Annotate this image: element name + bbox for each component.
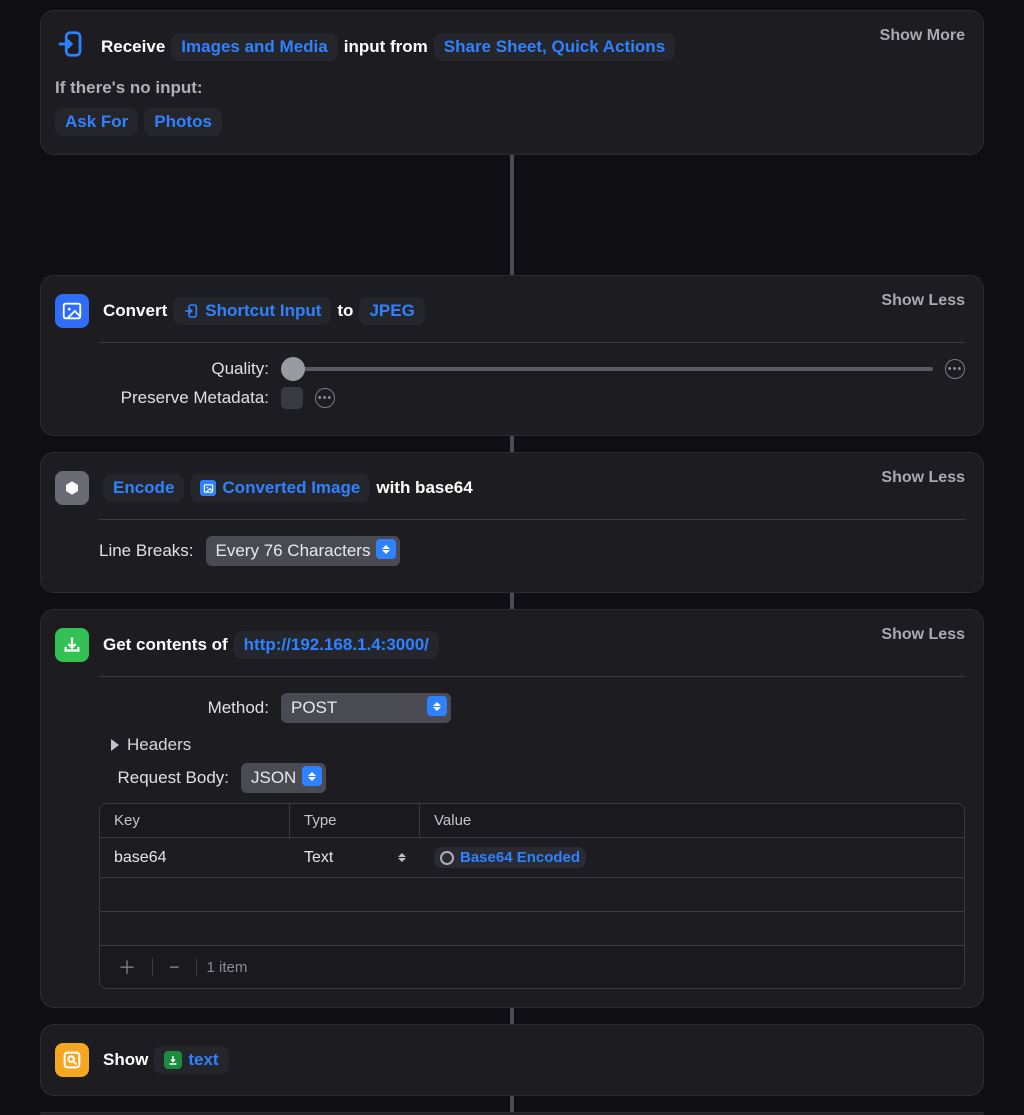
connector bbox=[510, 436, 514, 452]
download-icon bbox=[55, 628, 89, 662]
connector bbox=[510, 155, 514, 275]
quality-slider[interactable] bbox=[281, 367, 933, 371]
get-verb: Get contents of bbox=[103, 635, 228, 655]
method-select[interactable]: POST bbox=[281, 693, 451, 723]
col-key: Key bbox=[100, 804, 290, 837]
encode-icon bbox=[55, 471, 89, 505]
fallback-action-token[interactable]: Ask For bbox=[55, 108, 138, 136]
no-input-label: If there's no input: bbox=[55, 78, 965, 98]
fallback-type-token[interactable]: Photos bbox=[144, 108, 222, 136]
quality-label: Quality: bbox=[99, 359, 269, 379]
convert-card: Show Less Convert Shortcut Input to JPEG… bbox=[40, 275, 984, 436]
col-type: Type bbox=[290, 804, 420, 837]
quicklook-icon bbox=[55, 1043, 89, 1077]
preserve-checkbox[interactable] bbox=[281, 387, 303, 409]
stepper-icon bbox=[398, 853, 406, 862]
stepper-icon bbox=[376, 539, 396, 559]
preserve-label: Preserve Metadata: bbox=[99, 388, 269, 408]
image-icon bbox=[55, 294, 89, 328]
receive-verb: Receive bbox=[101, 37, 165, 57]
convert-to: to bbox=[337, 301, 353, 321]
connector bbox=[510, 593, 514, 609]
convert-input-token[interactable]: Shortcut Input bbox=[173, 297, 331, 325]
stepper-icon bbox=[302, 766, 322, 786]
cell-value[interactable]: Base64 Encoded bbox=[420, 839, 964, 876]
input-icon bbox=[55, 29, 85, 64]
remove-row-button[interactable]: − bbox=[163, 957, 186, 978]
body-table: Key Type Value base64 Text Base64 Encode… bbox=[99, 803, 965, 989]
chevron-right-icon bbox=[111, 739, 119, 751]
receive-mid: input from bbox=[344, 37, 428, 57]
converted-image-icon bbox=[200, 480, 216, 496]
more-icon[interactable]: ••• bbox=[945, 359, 965, 379]
connector bbox=[510, 1008, 514, 1024]
encode-input-token[interactable]: Converted Image bbox=[190, 474, 370, 502]
connector bbox=[510, 1096, 514, 1112]
table-row[interactable]: base64 Text Base64 Encoded bbox=[100, 837, 964, 877]
encoded-icon bbox=[440, 851, 454, 865]
encode-with: with base64 bbox=[376, 478, 472, 498]
cell-type[interactable]: Text bbox=[290, 841, 420, 875]
text-var-icon bbox=[164, 1051, 182, 1069]
receive-type-token[interactable]: Images and Media bbox=[171, 33, 337, 61]
show-verb: Show bbox=[103, 1050, 148, 1070]
show-more-button[interactable]: Show More bbox=[880, 27, 965, 45]
line-breaks-select[interactable]: Every 76 Characters bbox=[206, 536, 401, 566]
encode-verb-token[interactable]: Encode bbox=[103, 474, 184, 502]
receive-card: Show More Receive Images and Media input… bbox=[40, 10, 984, 155]
encode-card: Show Less Encode Converted Image with ba… bbox=[40, 452, 984, 593]
headers-disclosure[interactable]: Headers bbox=[111, 735, 965, 755]
line-breaks-label: Line Breaks: bbox=[99, 541, 194, 561]
cell-key[interactable]: base64 bbox=[100, 841, 290, 875]
more-icon[interactable]: ••• bbox=[315, 388, 335, 408]
item-count: 1 item bbox=[207, 959, 248, 976]
url-token[interactable]: http://192.168.1.4:3000/ bbox=[234, 631, 439, 659]
show-input-token[interactable]: text bbox=[154, 1046, 228, 1074]
body-label: Request Body: bbox=[99, 768, 229, 788]
col-value: Value bbox=[420, 804, 964, 837]
table-row[interactable] bbox=[100, 911, 964, 945]
show-less-button[interactable]: Show Less bbox=[881, 626, 965, 644]
convert-verb: Convert bbox=[103, 301, 167, 321]
show-less-button[interactable]: Show Less bbox=[881, 292, 965, 310]
show-less-button[interactable]: Show Less bbox=[881, 469, 965, 487]
add-row-button[interactable]: ＋ bbox=[112, 954, 142, 980]
show-card: Show text bbox=[40, 1024, 984, 1096]
convert-format-token[interactable]: JPEG bbox=[359, 297, 424, 325]
get-contents-card: Show Less Get contents of http://192.168… bbox=[40, 609, 984, 1008]
table-row[interactable] bbox=[100, 877, 964, 911]
stepper-icon bbox=[427, 696, 447, 716]
body-select[interactable]: JSON bbox=[241, 763, 326, 793]
receive-source-token[interactable]: Share Sheet, Quick Actions bbox=[434, 33, 675, 61]
method-label: Method: bbox=[99, 698, 269, 718]
